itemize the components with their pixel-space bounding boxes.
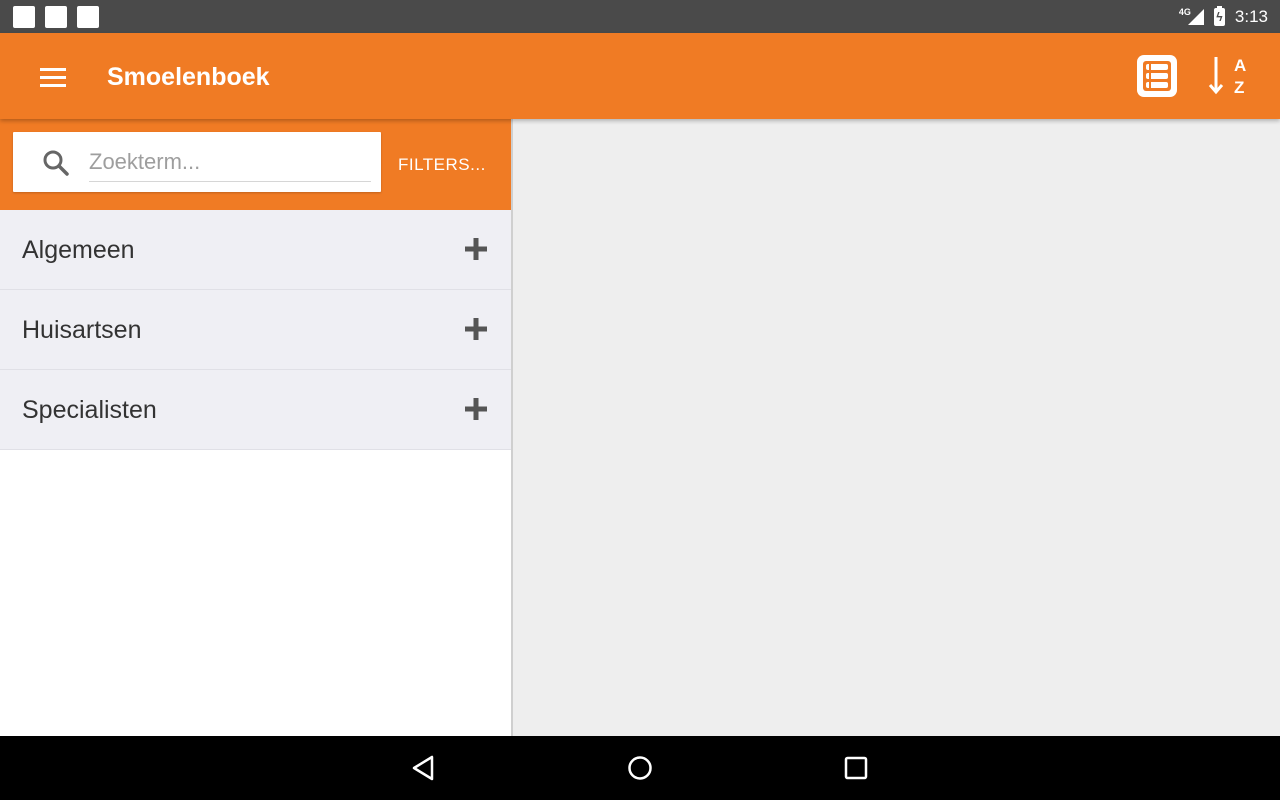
search-box[interactable]: [13, 132, 381, 192]
notification-icon: [77, 6, 99, 28]
filters-button[interactable]: FILTERS...: [398, 155, 486, 175]
status-bar: 4G ϟ 3:13: [0, 0, 1280, 33]
list-view-button[interactable]: [1134, 53, 1180, 99]
back-icon[interactable]: [408, 752, 440, 784]
plus-icon[interactable]: [465, 398, 487, 420]
sort-az-button[interactable]: A Z: [1207, 53, 1253, 99]
notification-icon: [13, 6, 35, 28]
app-title: Smoelenboek: [107, 63, 270, 91]
sort-az-icon: A Z: [1208, 56, 1246, 97]
plus-icon[interactable]: [465, 238, 487, 260]
app-bar: Smoelenboek A Z: [0, 33, 1280, 119]
category-panel: FILTERS... Algemeen Huisartsen Specialis…: [0, 119, 511, 736]
svg-text:A: A: [1234, 56, 1246, 75]
category-item-algemeen[interactable]: Algemeen: [0, 210, 511, 290]
category-label: Algemeen: [22, 236, 135, 264]
navigation-bar: [0, 736, 1280, 800]
plus-icon[interactable]: [465, 318, 487, 340]
battery-icon: ϟ: [1213, 5, 1225, 26]
detail-panel: [513, 119, 1280, 736]
category-label: Specialisten: [22, 396, 157, 424]
category-item-huisartsen[interactable]: Huisartsen: [0, 290, 511, 370]
category-list: Algemeen Huisartsen Specialisten: [0, 210, 511, 450]
svg-text:Z: Z: [1234, 78, 1244, 97]
recents-icon[interactable]: [840, 752, 872, 784]
search-bar: FILTERS...: [0, 119, 511, 210]
search-icon: [43, 150, 69, 176]
list-view-icon: [1137, 55, 1177, 97]
menu-icon-bar: [40, 83, 66, 87]
category-item-specialisten[interactable]: Specialisten: [0, 370, 511, 450]
menu-icon-bar: [40, 67, 66, 71]
status-clock: 3:13: [1234, 6, 1268, 26]
status-indicators: 4G ϟ 3:13: [1179, 0, 1280, 33]
category-label: Huisartsen: [22, 316, 142, 344]
menu-icon-bar: [40, 75, 66, 79]
notification-icon: [45, 6, 67, 28]
menu-button[interactable]: [30, 55, 76, 99]
search-input[interactable]: [89, 142, 371, 182]
home-icon[interactable]: [624, 752, 656, 784]
signal-icon: [1187, 8, 1204, 25]
